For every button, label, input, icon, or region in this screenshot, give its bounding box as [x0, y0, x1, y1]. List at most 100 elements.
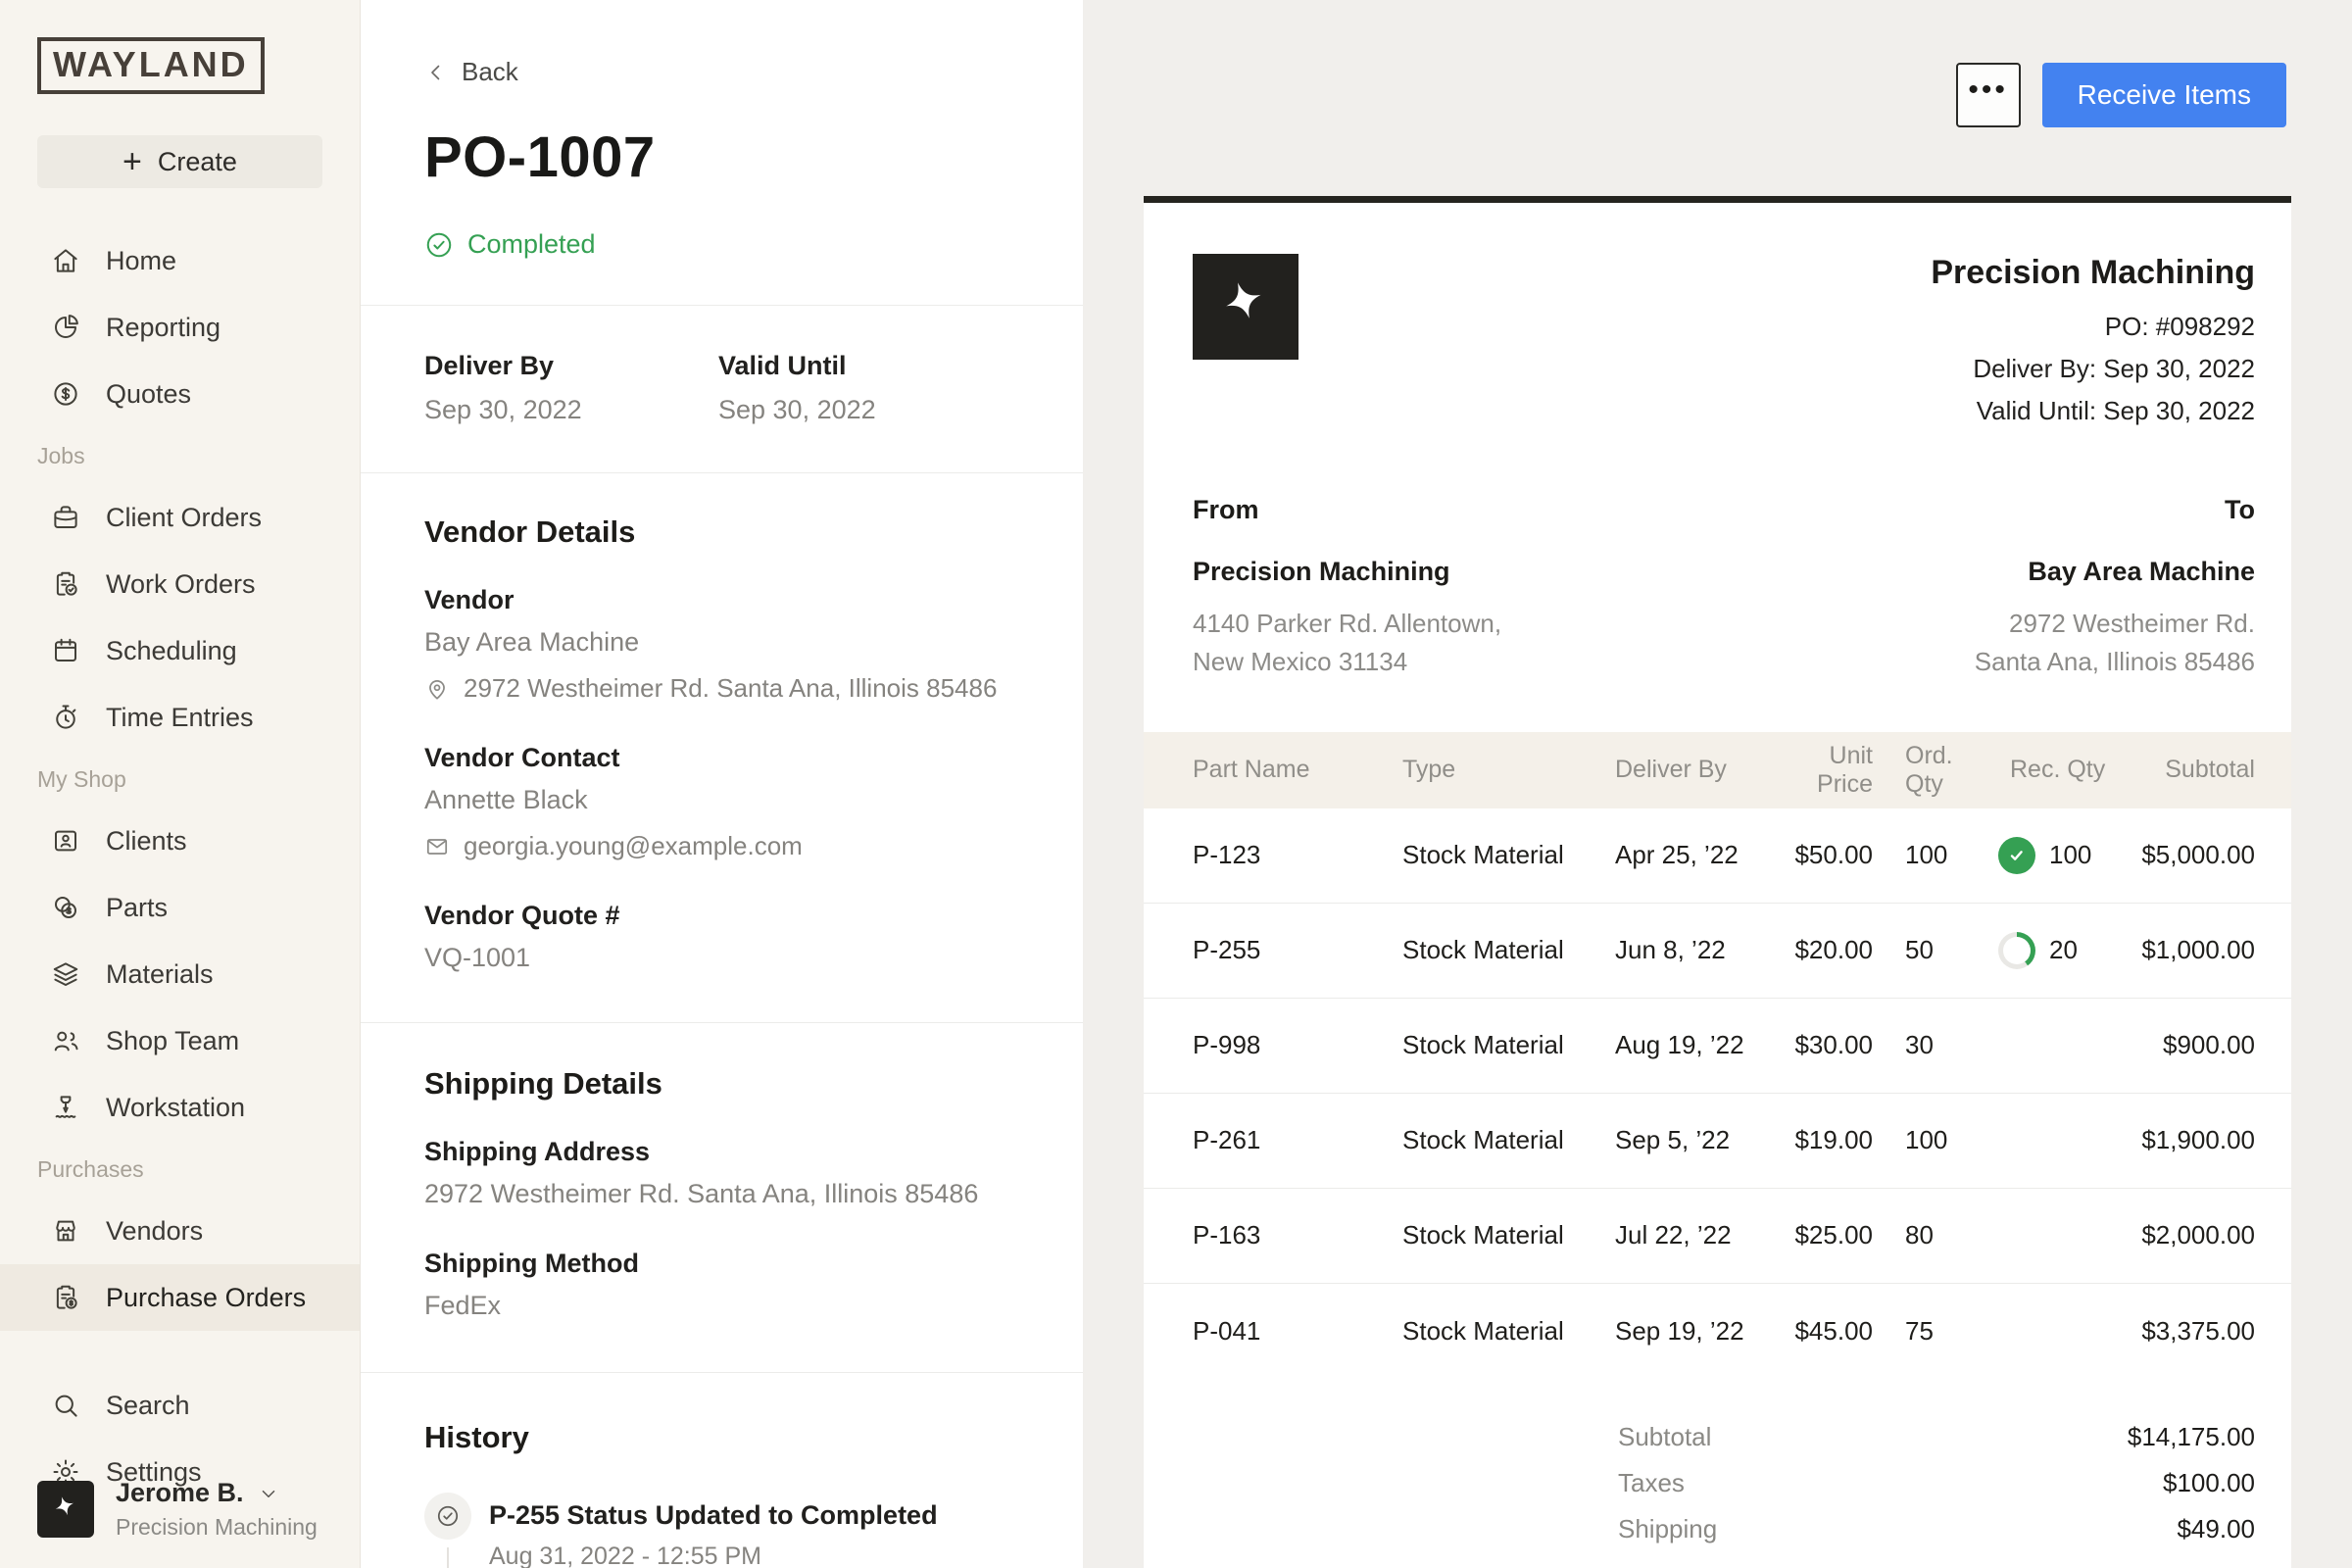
sidebar-item-shop-team[interactable]: Shop Team: [0, 1007, 360, 1074]
table-row: P-041 Stock Material Sep 19, ’22 $45.00 …: [1144, 1284, 2291, 1379]
cell-rec-qty: 20: [1986, 932, 2114, 969]
cell-unit-price: $45.00: [1772, 1316, 1873, 1347]
create-button[interactable]: + Create: [37, 135, 322, 188]
sidebar-item-work-orders[interactable]: Work Orders: [0, 551, 360, 617]
user-menu[interactable]: Jerome B. Precision Machining: [37, 1478, 318, 1541]
sidebar-item-vendors[interactable]: Vendors: [0, 1198, 360, 1264]
po-detail-panel: Back PO-1007 Completed Deliver By Sep 30…: [361, 0, 1083, 1568]
column-header: Unit Price: [1772, 742, 1873, 799]
cell-subtotal: $1,000.00: [2114, 935, 2291, 965]
sidebar-item-reporting[interactable]: Reporting: [0, 294, 360, 361]
vendor-name: Bay Area Machine: [424, 627, 1019, 658]
cell-ord-qty: 30: [1873, 1030, 1986, 1060]
page-title: PO-1007: [424, 124, 1019, 190]
shipping-row: Shipping $49.00: [1193, 1506, 2255, 1552]
cell-type: Stock Material: [1402, 1125, 1615, 1155]
from-address-line: New Mexico 31134: [1193, 643, 1501, 681]
to-name: Bay Area Machine: [1975, 557, 2255, 587]
wayland-logo: WAYLAND: [37, 37, 265, 94]
received-complete-icon: [1998, 837, 2035, 874]
valid-until-field: Valid Until Sep 30, 2022: [718, 351, 1012, 425]
total-value: $49.00: [2010, 1514, 2255, 1544]
taxes-row: Taxes $100.00: [1193, 1460, 2255, 1506]
field-value: Sep 30, 2022: [718, 395, 1012, 425]
sidebar-item-materials[interactable]: Materials: [0, 941, 360, 1007]
sidebar: WAYLAND + Create Home Reporting Quotes J…: [0, 0, 361, 1568]
cell-ord-qty: 100: [1873, 840, 1986, 870]
sparkle-icon: [50, 1494, 81, 1525]
sidebar-item-clients[interactable]: Clients: [0, 808, 360, 874]
cell-part-name: P-123: [1144, 840, 1402, 870]
total-label: Subtotal: [1618, 1422, 2010, 1452]
received-partial-icon: [1998, 932, 2035, 969]
cell-deliver-by: Jul 22, ’22: [1615, 1220, 1772, 1250]
table-row: P-261 Stock Material Sep 5, ’22 $19.00 1…: [1144, 1094, 2291, 1189]
document-deliver-by: Deliver By: Sep 30, 2022: [1931, 348, 2255, 390]
cell-part-name: P-261: [1144, 1125, 1402, 1155]
briefcase-icon: [51, 503, 80, 532]
sidebar-item-scheduling[interactable]: Scheduling: [0, 617, 360, 684]
sidebar-item-label: Vendors: [106, 1216, 203, 1247]
total-label: Total: [1618, 1564, 2010, 1568]
sidebar-section-my-shop: My Shop: [0, 751, 360, 808]
back-button[interactable]: Back: [424, 0, 1019, 87]
cell-subtotal: $2,000.00: [2114, 1220, 2291, 1250]
sidebar-item-quotes[interactable]: Quotes: [0, 361, 360, 427]
shipping-address-value: 2972 Westheimer Rd. Santa Ana, Illinois …: [424, 1179, 1019, 1209]
subtotal-row: Subtotal $14,175.00: [1193, 1414, 2255, 1460]
sidebar-item-workstation[interactable]: Workstation: [0, 1074, 360, 1141]
sidebar-item-label: Purchase Orders: [106, 1283, 306, 1313]
field-label: Valid Until: [718, 351, 1012, 381]
check-circle-icon: [424, 230, 454, 260]
total-value: $14,324.00: [2010, 1564, 2255, 1568]
cell-unit-price: $50.00: [1772, 840, 1873, 870]
sidebar-item-label: Reporting: [106, 313, 220, 343]
total-value: $14,175.00: [2010, 1422, 2255, 1452]
cell-unit-price: $25.00: [1772, 1220, 1873, 1250]
cell-unit-price: $20.00: [1772, 935, 1873, 965]
history-section: History P-255 Status Updated to Complete…: [361, 1373, 1083, 1568]
total-label: Taxes: [1618, 1468, 2010, 1498]
pie-chart-icon: [51, 313, 80, 342]
company-logo: [1193, 254, 1298, 360]
field-label: Deliver By: [424, 351, 718, 381]
sidebar-item-purchase-orders[interactable]: Purchase Orders: [0, 1264, 360, 1331]
people-icon: [51, 1026, 80, 1055]
coins-icon: [51, 893, 80, 922]
grand-total-row: Total $14,324.00: [1193, 1556, 2255, 1568]
sidebar-item-search[interactable]: Search: [0, 1372, 360, 1439]
cell-subtotal: $5,000.00: [2114, 840, 2291, 870]
sidebar-section-purchases: Purchases: [0, 1141, 360, 1198]
to-block: To Bay Area Machine 2972 Westheimer Rd. …: [1975, 495, 2255, 681]
vendor-details-section: Vendor Details Vendor Bay Area Machine 2…: [361, 473, 1083, 1023]
sidebar-item-label: Quotes: [106, 379, 191, 410]
sidebar-item-parts[interactable]: Parts: [0, 874, 360, 941]
sidebar-item-label: Materials: [106, 959, 214, 990]
field-value: Sep 30, 2022: [424, 395, 718, 425]
po-dates-section: Deliver By Sep 30, 2022 Valid Until Sep …: [361, 306, 1083, 473]
cell-deliver-by: Apr 25, ’22: [1615, 840, 1772, 870]
more-actions-button[interactable]: •••: [1956, 63, 2021, 127]
section-heading: Vendor Details: [424, 514, 1019, 550]
sidebar-item-client-orders[interactable]: Client Orders: [0, 484, 360, 551]
total-value: $100.00: [2010, 1468, 2255, 1498]
check-circle-icon: [435, 1503, 461, 1529]
chevron-down-icon: [258, 1483, 279, 1504]
table-row: P-123 Stock Material Apr 25, ’22 $50.00 …: [1144, 808, 2291, 904]
purchase-order-document: Precision Machining PO: #098292 Deliver …: [1144, 196, 2291, 1568]
column-header: Rec. Qty: [1986, 756, 2114, 784]
cell-ord-qty: 100: [1873, 1125, 1986, 1155]
section-heading: Shipping Details: [424, 1066, 1019, 1102]
cell-type: Stock Material: [1402, 1316, 1615, 1347]
sidebar-item-time-entries[interactable]: Time Entries: [0, 684, 360, 751]
cell-type: Stock Material: [1402, 1220, 1615, 1250]
from-name: Precision Machining: [1193, 557, 1501, 587]
sidebar-item-label: Scheduling: [106, 636, 237, 666]
sidebar-item-label: Parts: [106, 893, 168, 923]
cell-subtotal: $3,375.00: [2114, 1316, 2291, 1347]
avatar: [37, 1481, 94, 1538]
column-header: Subtotal: [2114, 756, 2291, 784]
vendor-label: Vendor: [424, 585, 1019, 615]
receive-items-button[interactable]: Receive Items: [2042, 63, 2286, 127]
sidebar-item-home[interactable]: Home: [0, 227, 360, 294]
